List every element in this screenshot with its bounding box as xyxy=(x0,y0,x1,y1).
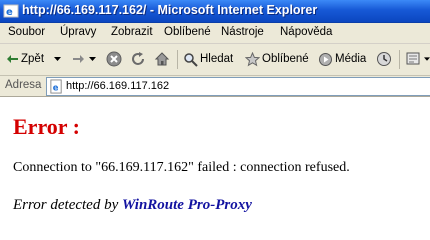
footer-prefix: Error detected by xyxy=(13,197,119,213)
menu-zobrazit[interactable]: Zobrazit xyxy=(111,26,153,38)
dropdown-arrow-icon[interactable] xyxy=(424,57,430,62)
refresh-icon xyxy=(132,52,144,65)
menu-napoveda[interactable]: Nápověda xyxy=(280,26,332,38)
back-label: Zpět xyxy=(21,53,45,65)
back-arrow-icon xyxy=(7,55,18,63)
mail-icon xyxy=(406,52,420,65)
toolbar-separator xyxy=(177,50,178,69)
media-label: Média xyxy=(335,53,367,65)
search-icon xyxy=(184,53,198,67)
menu-nastroje[interactable]: Nástroje xyxy=(221,26,264,38)
address-bar: Adresa e http://66.169.117.162 xyxy=(0,76,430,97)
address-url: http://66.169.117.162 xyxy=(66,80,170,92)
error-message: Connection to "66.169.117.162" failed : … xyxy=(13,160,350,175)
search-label: Hledat xyxy=(200,53,234,65)
stop-button[interactable] xyxy=(104,49,124,70)
menu-soubor[interactable]: Soubor xyxy=(8,26,45,38)
error-footer: Error detected by WinRoute Pro-Proxy xyxy=(13,197,252,214)
internet-explorer-icon: e xyxy=(3,4,19,18)
media-icon xyxy=(319,53,332,66)
back-button[interactable]: Zpět xyxy=(4,49,66,70)
error-heading: Error : xyxy=(13,114,80,139)
svg-text:e: e xyxy=(6,7,13,18)
title-bar: e http://66.169.117.162/ - Microsoft Int… xyxy=(0,0,430,23)
home-icon xyxy=(154,52,170,66)
favorites-label: Oblíbené xyxy=(262,53,309,65)
favorites-star-icon xyxy=(245,52,260,67)
history-icon xyxy=(377,52,391,66)
search-button[interactable]: Hledat xyxy=(181,49,236,70)
menu-oblibene[interactable]: Oblíbené xyxy=(164,26,211,38)
dropdown-arrow-icon[interactable] xyxy=(54,57,61,62)
refresh-button[interactable] xyxy=(128,49,148,70)
history-button[interactable] xyxy=(374,49,394,70)
media-button[interactable]: Média xyxy=(316,49,368,70)
address-label: Adresa xyxy=(5,79,42,91)
forward-arrow-icon xyxy=(73,55,84,63)
menu-bar: Soubor Úpravy Zobrazit Oblíbené Nástroje… xyxy=(0,23,430,44)
mail-button[interactable] xyxy=(404,49,430,70)
forward-button[interactable] xyxy=(68,49,100,70)
window-title: http://66.169.117.162/ - Microsoft Inter… xyxy=(22,3,318,17)
address-input[interactable]: e http://66.169.117.162 xyxy=(46,77,430,96)
stop-icon xyxy=(106,51,122,67)
toolbar: Zpět Hledat Oblíbené Média xyxy=(0,44,430,76)
page-icon: e xyxy=(50,79,62,94)
home-button[interactable] xyxy=(152,49,174,70)
toolbar-separator xyxy=(399,50,400,69)
dropdown-arrow-icon[interactable] xyxy=(89,57,96,62)
page-content: Error : Connection to "66.169.117.162" f… xyxy=(0,97,430,227)
favorites-button[interactable]: Oblíbené xyxy=(243,49,309,70)
brand-name: WinRoute Pro-Proxy xyxy=(122,197,252,213)
svg-text:e: e xyxy=(53,82,59,92)
menu-upravy[interactable]: Úpravy xyxy=(60,26,96,38)
